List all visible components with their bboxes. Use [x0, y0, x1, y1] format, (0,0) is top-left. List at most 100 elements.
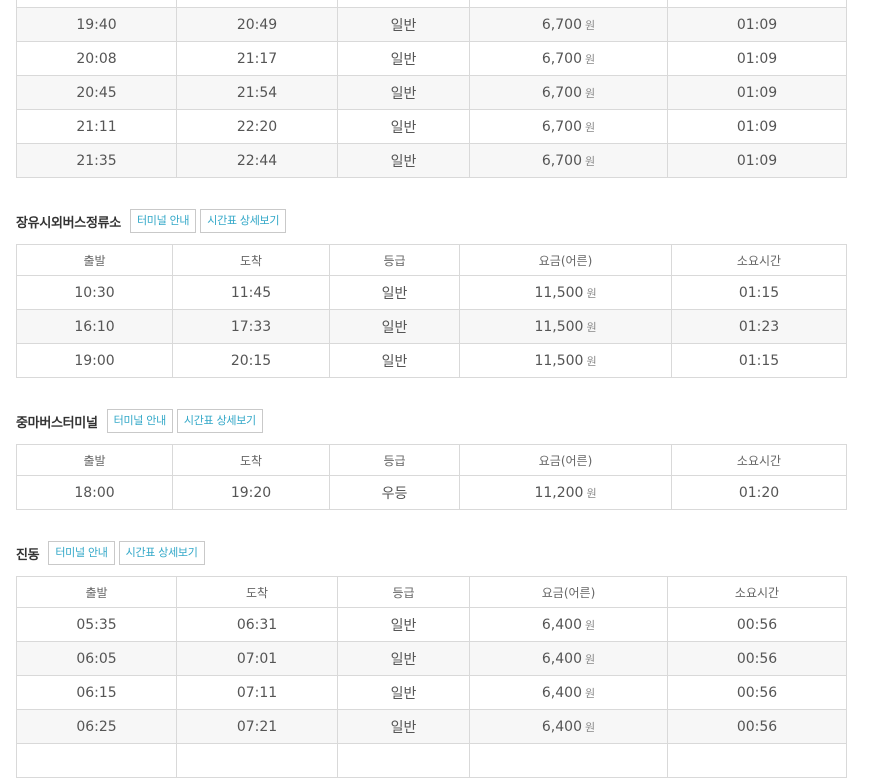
- bus-grade: 일반: [337, 7, 470, 42]
- fare-cell: 6,700 원: [469, 41, 668, 76]
- header-grade: 등급: [329, 244, 460, 276]
- header-arrive: 도착: [176, 576, 338, 608]
- arrive-time: 19:20: [172, 475, 330, 510]
- duration: 00:56: [667, 607, 847, 642]
- currency-unit: 원: [586, 486, 597, 500]
- table-header-row: 출발 도착 등급 요금(어른) 소요시간: [16, 244, 847, 276]
- arrive-time: 11:45: [172, 275, 330, 310]
- table-row: 18:00 19:20 우등 11,200 원 01:20: [16, 475, 847, 510]
- table-row: 05:35 06:31 일반 6,400 원 00:56: [16, 607, 847, 642]
- bus-grade: 일반: [337, 709, 470, 744]
- fare-amount: 6,400: [541, 718, 582, 735]
- bus-grade: 일반: [337, 143, 470, 178]
- currency-unit: 원: [584, 120, 596, 134]
- table-row: [16, 0, 847, 8]
- table-header-row: 출발 도착 등급 요금(어른) 소요시간: [16, 576, 847, 608]
- currency-unit: 원: [584, 52, 596, 66]
- depart-time: 21:11: [16, 109, 177, 144]
- depart-time: 10:30: [16, 275, 173, 310]
- fare-amount: 6,400: [541, 616, 582, 633]
- timetable-detail-button[interactable]: 시간표 상세보기: [200, 209, 287, 233]
- header-fare: 요금(어른): [469, 576, 668, 608]
- terminal-info-button[interactable]: 터미널 안내: [106, 409, 173, 433]
- fare-amount: 11,500: [534, 352, 584, 369]
- fare-cell: 6,700 원: [469, 109, 668, 144]
- header-arrive: 도착: [172, 244, 330, 276]
- depart-time: 06:05: [16, 641, 177, 676]
- fare-cell: 6,400 원: [469, 641, 668, 676]
- depart-time: 21:35: [16, 143, 177, 178]
- fare-cell: 11,200 원: [459, 475, 672, 510]
- terminal-name: 중마버스터미널: [16, 415, 98, 431]
- header-depart: 출발: [16, 244, 173, 276]
- fare-cell: 6,700 원: [469, 7, 668, 42]
- fare-amount: 6,700: [541, 50, 582, 67]
- arrive-time: 20:15: [172, 343, 330, 378]
- fare-amount: 6,700: [541, 118, 582, 135]
- arrive-time: 07:01: [176, 641, 338, 676]
- currency-unit: 원: [584, 618, 596, 632]
- arrive-time: 07:11: [176, 675, 338, 710]
- fare-amount: 11,500: [534, 284, 584, 301]
- duration: 01:23: [671, 309, 847, 344]
- fare-amount: 6,400: [541, 650, 582, 667]
- currency-unit: 원: [586, 286, 597, 300]
- table-row: 20:45 21:54 일반 6,700 원 01:09: [16, 75, 847, 110]
- table-row: 19:00 20:15 일반 11,500 원 01:15: [16, 343, 847, 378]
- duration: 00:56: [667, 675, 847, 710]
- duration: 01:09: [667, 41, 847, 76]
- fare-amount: 6,700: [541, 152, 582, 169]
- header-grade: 등급: [337, 576, 470, 608]
- header-depart: 출발: [16, 576, 177, 608]
- fare-amount: 6,700: [541, 84, 582, 101]
- depart-time: 16:10: [16, 309, 173, 344]
- header-duration: 소요시간: [671, 444, 847, 476]
- fare-amount: 6,400: [541, 684, 582, 701]
- fare-amount: 11,500: [534, 318, 584, 335]
- currency-unit: 원: [586, 354, 597, 368]
- section-header-jangyu: 장유시외버스정류소 터미널 안내 시간표 상세보기: [16, 208, 287, 234]
- table-row: 20:08 21:17 일반 6,700 원 01:09: [16, 41, 847, 76]
- terminal-info-button[interactable]: 터미널 안내: [129, 209, 197, 233]
- arrive-time: 07:21: [176, 709, 338, 744]
- timetable-detail-button[interactable]: 시간표 상세보기: [176, 409, 263, 433]
- table-row: 21:11 22:20 일반 6,700 원 01:09: [16, 109, 847, 144]
- table-row: 16:10 17:33 일반 11,500 원 01:23: [16, 309, 847, 344]
- timetable-jindong: 출발 도착 등급 요금(어른) 소요시간 05:35 06:31 일반 6,40…: [16, 576, 847, 778]
- table-header-row: 출발 도착 등급 요금(어른) 소요시간: [16, 444, 847, 476]
- header-arrive: 도착: [172, 444, 330, 476]
- currency-unit: 원: [584, 86, 596, 100]
- fare-cell: 11,500 원: [459, 275, 672, 310]
- table-row: 06:25 07:21 일반 6,400 원 00:56: [16, 709, 847, 744]
- bus-grade: 일반: [337, 109, 470, 144]
- table-row: 21:35 22:44 일반 6,700 원 01:09: [16, 143, 847, 178]
- fare-cell: 6,400 원: [469, 607, 668, 642]
- depart-time: 20:08: [16, 41, 177, 76]
- duration: 01:09: [667, 7, 847, 42]
- currency-unit: 원: [584, 720, 596, 734]
- bus-grade: 일반: [337, 641, 470, 676]
- bus-grade: 일반: [337, 75, 470, 110]
- depart-time: 20:45: [16, 75, 177, 110]
- depart-time: 06:15: [16, 675, 177, 710]
- arrive-time: 22:20: [176, 109, 338, 144]
- fare-cell: 6,400 원: [469, 709, 668, 744]
- terminal-info-button[interactable]: 터미널 안내: [48, 541, 115, 565]
- section-header-jungma: 중마버스터미널 터미널 안내 시간표 상세보기: [16, 408, 263, 434]
- timetable-detail-button[interactable]: 시간표 상세보기: [118, 541, 205, 565]
- fare-cell: 11,500 원: [459, 309, 672, 344]
- fare-cell: 6,400 원: [469, 675, 668, 710]
- header-depart: 출발: [16, 444, 173, 476]
- table-row: 10:30 11:45 일반 11,500 원 01:15: [16, 275, 847, 310]
- bus-grade: 일반: [337, 607, 470, 642]
- duration: 00:56: [667, 709, 847, 744]
- header-duration: 소요시간: [667, 576, 847, 608]
- duration: 00:56: [667, 641, 847, 676]
- fare-cell: 6,700 원: [469, 75, 668, 110]
- duration: 01:09: [667, 109, 847, 144]
- fare-amount: 11,200: [534, 484, 584, 501]
- depart-time: 05:35: [16, 607, 177, 642]
- table-row: 06:15 07:11 일반 6,400 원 00:56: [16, 675, 847, 710]
- arrive-time: 21:54: [176, 75, 338, 110]
- bus-grade: 일반: [337, 41, 470, 76]
